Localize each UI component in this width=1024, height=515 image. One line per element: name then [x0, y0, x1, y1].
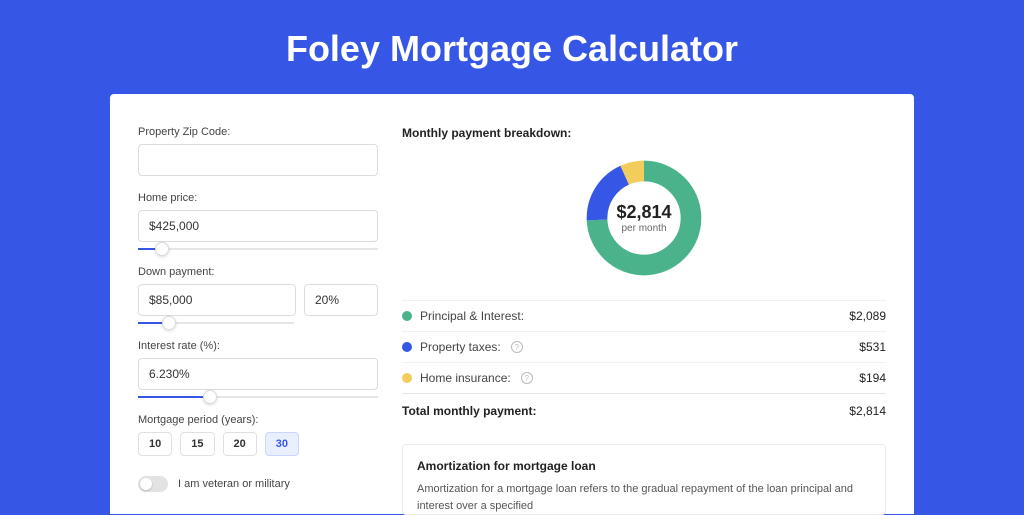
results-column: Monthly payment breakdown: $2,814 per mo…	[402, 126, 886, 514]
donut-chart-wrap: $2,814 per month	[402, 148, 886, 300]
legend-label-total: Total monthly payment:	[402, 404, 536, 418]
donut-value: $2,814	[616, 202, 671, 223]
zip-input[interactable]	[138, 144, 378, 176]
field-veteran: I am veteran or military	[138, 476, 378, 492]
interest-slider[interactable]	[138, 396, 378, 398]
calculator-panel: Property Zip Code: Home price: Down paym…	[110, 94, 914, 514]
field-down-payment: Down payment:	[138, 266, 378, 324]
legend-value-principal: $2,089	[849, 309, 886, 323]
down-payment-slider[interactable]	[138, 322, 294, 324]
swatch-principal	[402, 311, 412, 321]
period-buttons: 10 15 20 30	[138, 432, 378, 456]
legend-row-total: Total monthly payment: $2,814	[402, 393, 886, 426]
amortization-section: Amortization for mortgage loan Amortizat…	[402, 444, 886, 515]
zip-label: Property Zip Code:	[138, 126, 378, 138]
home-price-slider-thumb[interactable]	[155, 242, 169, 256]
home-price-label: Home price:	[138, 192, 378, 204]
interest-label: Interest rate (%):	[138, 340, 378, 352]
period-btn-10[interactable]: 10	[138, 432, 172, 456]
interest-input[interactable]	[138, 358, 378, 390]
help-icon[interactable]: ?	[521, 372, 533, 384]
legend-row-taxes: Property taxes: ? $531	[402, 331, 886, 362]
field-zip: Property Zip Code:	[138, 126, 378, 176]
veteran-toggle-knob	[140, 478, 152, 490]
donut-sub: per month	[621, 223, 666, 234]
interest-slider-fill	[138, 396, 210, 398]
period-btn-30[interactable]: 30	[265, 432, 299, 456]
legend-row-principal: Principal & Interest: $2,089	[402, 300, 886, 331]
down-payment-input[interactable]	[138, 284, 296, 316]
field-period: Mortgage period (years): 10 15 20 30	[138, 414, 378, 456]
legend-row-insurance: Home insurance: ? $194	[402, 362, 886, 393]
period-btn-15[interactable]: 15	[180, 432, 214, 456]
legend-value-total: $2,814	[849, 404, 886, 418]
legend-label-principal: Principal & Interest:	[420, 309, 524, 323]
field-home-price: Home price:	[138, 192, 378, 250]
legend-label-insurance: Home insurance:	[420, 371, 511, 385]
swatch-insurance	[402, 373, 412, 383]
amortization-text: Amortization for a mortgage loan refers …	[417, 481, 871, 514]
form-column: Property Zip Code: Home price: Down paym…	[138, 126, 378, 514]
home-price-input[interactable]	[138, 210, 378, 242]
down-payment-label: Down payment:	[138, 266, 378, 278]
page-title: Foley Mortgage Calculator	[0, 0, 1024, 94]
legend-value-insurance: $194	[859, 371, 886, 385]
field-interest: Interest rate (%):	[138, 340, 378, 398]
swatch-taxes	[402, 342, 412, 352]
home-price-slider[interactable]	[138, 248, 378, 250]
breakdown-title: Monthly payment breakdown:	[402, 126, 886, 140]
down-payment-slider-thumb[interactable]	[162, 316, 176, 330]
legend-value-taxes: $531	[859, 340, 886, 354]
amortization-title: Amortization for mortgage loan	[417, 459, 871, 473]
donut-center: $2,814 per month	[582, 156, 706, 280]
help-icon[interactable]: ?	[511, 341, 523, 353]
veteran-toggle[interactable]	[138, 476, 168, 492]
interest-slider-thumb[interactable]	[203, 390, 217, 404]
donut-chart: $2,814 per month	[582, 156, 706, 280]
legend-label-taxes: Property taxes:	[420, 340, 501, 354]
veteran-label: I am veteran or military	[178, 478, 290, 490]
period-label: Mortgage period (years):	[138, 414, 378, 426]
period-btn-20[interactable]: 20	[223, 432, 257, 456]
down-payment-pct-input[interactable]	[304, 284, 378, 316]
